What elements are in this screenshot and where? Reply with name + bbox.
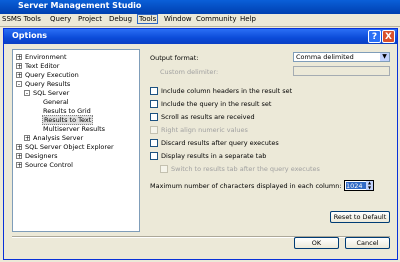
tree-item-multiserver-results[interactable]: Multiserver Results: [43, 125, 105, 133]
tree-item-query-results[interactable]: Query Results: [25, 80, 70, 88]
switch-to-results-tab-checkbox: [160, 165, 168, 173]
tree-item-sql-server[interactable]: SQL Server: [33, 89, 69, 97]
app-menu-bar: SSMS Tools Query Project Debug Tools Win…: [0, 14, 400, 27]
options-tree[interactable]: + Environment + Text Editor + Query Exec…: [12, 49, 140, 232]
spinner-arrows-icon[interactable]: ▲ ▼: [366, 180, 373, 190]
max-chars-label: Maximum number of characters displayed i…: [150, 182, 342, 190]
expand-icon[interactable]: +: [16, 144, 22, 151]
tree-item-general[interactable]: General: [43, 98, 69, 106]
scroll-results-checkbox[interactable]: [150, 113, 158, 121]
menu-project[interactable]: Project: [78, 15, 102, 23]
menu-community[interactable]: Community: [196, 15, 237, 23]
tree-item-analysis-server[interactable]: Analysis Server: [33, 134, 83, 142]
include-column-headers-label[interactable]: Include column headers in the result set: [161, 87, 292, 95]
custom-delimiter-label: Custom delimiter:: [160, 68, 219, 76]
tree-item-environment[interactable]: Environment: [25, 53, 67, 61]
max-chars-spinner[interactable]: ▲▼: [344, 180, 374, 191]
menu-query[interactable]: Query: [50, 15, 71, 23]
app-title: Server Management Studio: [18, 1, 142, 10]
discard-results-label[interactable]: Discard results after query executes: [161, 139, 279, 147]
expand-icon[interactable]: +: [16, 54, 22, 61]
expand-icon[interactable]: +: [24, 135, 30, 142]
help-button[interactable]: ?: [368, 30, 381, 43]
tree-item-query-execution[interactable]: Query Execution: [25, 71, 79, 79]
separate-tab-checkbox[interactable]: [150, 152, 158, 160]
output-format-select[interactable]: Comma delimited ▼: [293, 52, 390, 62]
max-chars-input[interactable]: [346, 182, 366, 189]
separate-tab-label[interactable]: Display results in a separate tab: [161, 152, 266, 160]
tree-item-designers[interactable]: Designers: [25, 152, 58, 160]
include-query-checkbox[interactable]: [150, 100, 158, 108]
ok-button[interactable]: OK: [294, 237, 339, 249]
expand-icon[interactable]: +: [16, 162, 22, 169]
custom-delimiter-input[interactable]: [293, 66, 390, 76]
menu-window[interactable]: Window: [164, 15, 192, 23]
tree-item-results-to-grid[interactable]: Results to Grid: [43, 107, 91, 115]
app-title-bar: Server Management Studio: [0, 0, 400, 14]
menu-tools[interactable]: Tools: [137, 14, 159, 24]
chevron-down-icon[interactable]: ▼: [380, 53, 389, 61]
cancel-button[interactable]: Cancel: [345, 237, 390, 249]
dialog-title: Options: [12, 31, 48, 40]
menu-ssms-tools[interactable]: SSMS Tools: [2, 15, 41, 23]
tree-item-text-editor[interactable]: Text Editor: [25, 62, 59, 70]
menu-debug[interactable]: Debug: [109, 15, 132, 23]
reset-to-default-button[interactable]: Reset to Default: [330, 211, 390, 223]
collapse-icon[interactable]: -: [16, 81, 22, 88]
expand-icon[interactable]: +: [16, 153, 22, 160]
scroll-results-label[interactable]: Scroll as results are received: [161, 113, 255, 121]
expand-icon[interactable]: +: [16, 63, 22, 70]
right-align-numeric-checkbox: [150, 126, 158, 134]
include-query-label[interactable]: Include the query in the result set: [161, 100, 271, 108]
tree-item-results-to-text[interactable]: Results to Text: [42, 115, 94, 125]
discard-results-checkbox[interactable]: [150, 139, 158, 147]
output-format-label: Output format:: [150, 54, 199, 62]
expand-icon[interactable]: +: [16, 72, 22, 79]
tree-item-source-control[interactable]: Source Control: [25, 161, 73, 169]
tree-item-sql-server-object-explorer[interactable]: SQL Server Object Explorer: [25, 143, 114, 151]
options-dialog: Options ? X + Environment + Text Editor …: [3, 28, 398, 260]
include-column-headers-checkbox[interactable]: [150, 87, 158, 95]
collapse-icon[interactable]: -: [24, 90, 30, 97]
right-align-numeric-label: Right align numeric values: [161, 126, 248, 134]
output-format-value: Comma delimited: [296, 53, 354, 61]
menu-help[interactable]: Help: [240, 15, 256, 23]
close-button[interactable]: X: [382, 30, 395, 43]
switch-to-results-tab-label: Switch to results tab after the query ex…: [171, 165, 320, 173]
dialog-title-bar: Options ? X: [4, 29, 397, 44]
